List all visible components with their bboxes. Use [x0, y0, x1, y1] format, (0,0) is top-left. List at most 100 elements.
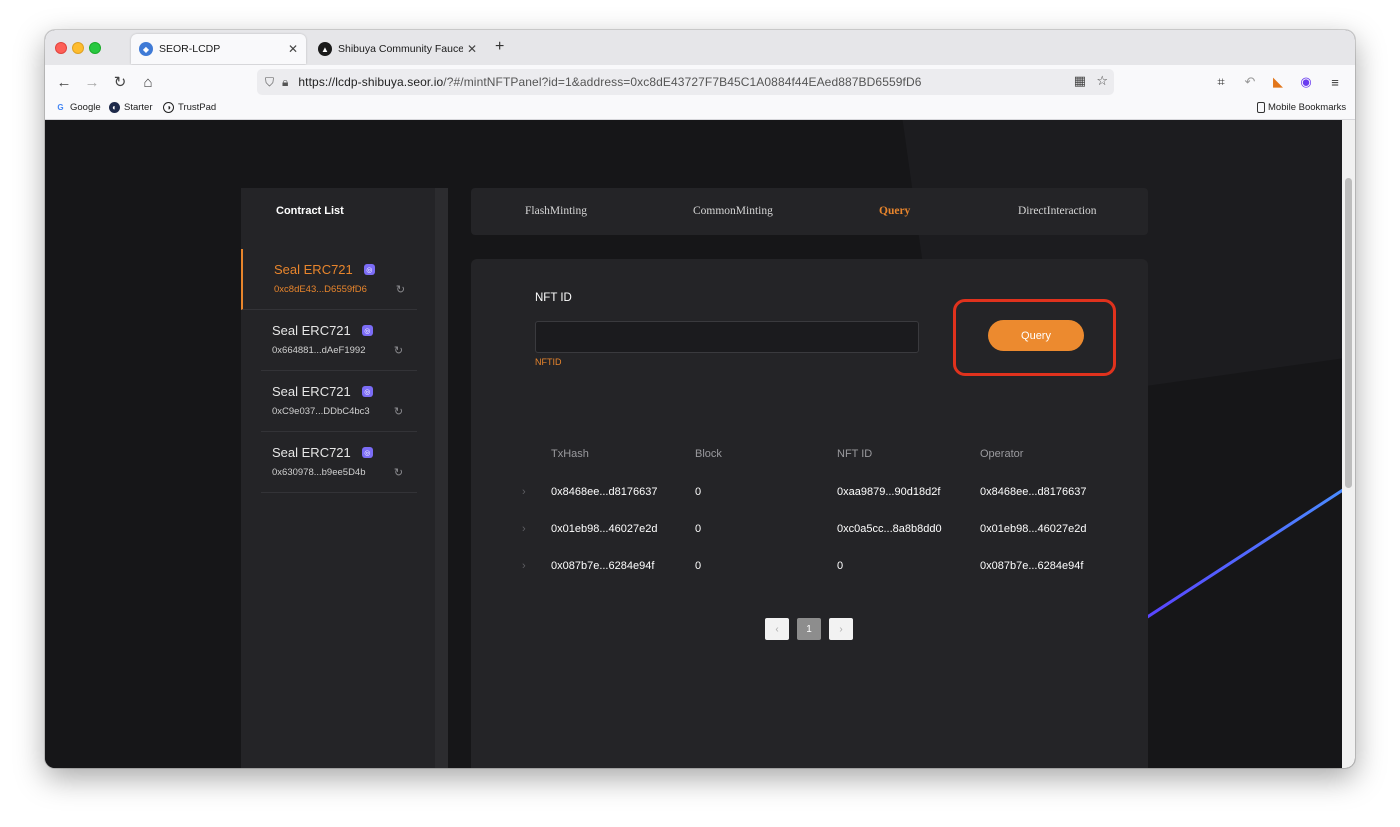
close-tab-icon[interactable]: ✕: [284, 42, 302, 56]
table-row[interactable]: › 0x8468ee...d8176637 0 0xaa9879...90d18…: [471, 486, 1148, 506]
contract-name: Seal ERC721: [272, 323, 351, 338]
cell-txhash: 0x087b7e...6284e94f: [551, 560, 655, 572]
refresh-icon[interactable]: ↻: [392, 405, 405, 418]
nft-id-label: NFT ID: [535, 292, 572, 304]
undo-icon[interactable]: ↶: [1239, 71, 1261, 93]
column-header-block: Block: [695, 448, 722, 460]
contract-item[interactable]: Seal ERC721 ◎ 0xc8dE43...D6559fD6 ↻: [241, 249, 417, 310]
bookmark-star-icon[interactable]: ☆: [1096, 73, 1108, 89]
contract-item[interactable]: Seal ERC721 ◎ 0xC9e037...DDbC4bc3 ↻: [261, 371, 417, 432]
background-gradient-line: [1124, 488, 1344, 633]
tab-flashminting[interactable]: FlashMinting: [525, 205, 587, 217]
cell-block: 0: [695, 486, 702, 498]
cell-operator: 0x087b7e...6284e94f: [980, 560, 1084, 572]
minimize-window-button[interactable]: [72, 42, 84, 54]
tab-title: Shibuya Community Faucet: [338, 43, 463, 55]
query-button[interactable]: Query: [988, 320, 1084, 351]
contract-name: Seal ERC721: [272, 384, 351, 399]
contract-name: Seal ERC721: [274, 262, 353, 277]
bookmark-google[interactable]: G Google: [55, 102, 101, 113]
cell-txhash: 0x01eb98...46027e2d: [551, 523, 658, 535]
contract-name: Seal ERC721: [272, 445, 351, 460]
google-icon: G: [57, 103, 64, 112]
close-window-button[interactable]: [55, 42, 67, 54]
seor-logo-icon: ◆: [139, 42, 153, 56]
table-row[interactable]: › 0x01eb98...46027e2d 0 0xc0a5cc...8a8b8…: [471, 523, 1148, 543]
mode-tabs: FlashMinting CommonMinting Query DirectI…: [471, 188, 1148, 235]
trustpad-icon: ◑: [163, 102, 174, 113]
lock-icon[interactable]: 🔒︎: [282, 75, 288, 90]
contract-item[interactable]: Seal ERC721 ◎ 0x664881...dAeF1992 ↻: [261, 310, 417, 371]
panel-divider: [435, 188, 448, 768]
nft-id-input[interactable]: [535, 321, 919, 353]
refresh-icon[interactable]: ↻: [394, 283, 407, 296]
contract-address: 0x664881...dAeF1992: [272, 345, 366, 356]
tab-query[interactable]: Query: [879, 205, 910, 217]
column-header-nft-id: NFT ID: [837, 448, 873, 460]
pagination-page-1[interactable]: 1: [797, 618, 821, 640]
tab-title: SEOR-LCDP: [159, 43, 221, 55]
refresh-icon[interactable]: ↻: [392, 466, 405, 479]
expand-chevron-icon[interactable]: ›: [522, 560, 526, 572]
url-text[interactable]: https://lcdp-shibuya.seor.io/?#/mintNFTP…: [298, 75, 921, 89]
browser-tab-seor[interactable]: ◆ SEOR-LCDP ✕: [131, 34, 306, 64]
contract-list-panel: Contract List Seal ERC721 ◎ 0xc8dE43...D6…: [241, 188, 448, 768]
qr-code-icon[interactable]: ▦: [1074, 73, 1086, 89]
astar-logo-icon: ▲: [318, 42, 332, 56]
maximize-window-button[interactable]: [89, 42, 101, 54]
home-icon[interactable]: ⌂: [137, 71, 159, 93]
pagination-prev-button[interactable]: ‹: [765, 618, 789, 640]
menu-hamburger-icon[interactable]: ≡: [1324, 71, 1346, 93]
address-bar[interactable]: ⛉ 🔒︎ https://lcdp-shibuya.seor.io/?#/min…: [257, 69, 1114, 95]
expand-chevron-icon[interactable]: ›: [522, 486, 526, 498]
contract-item[interactable]: Seal ERC721 ◎ 0x630978...b9ee5D4b ↻: [261, 432, 417, 493]
url-host: https://lcdp-shibuya.seor.io: [298, 75, 444, 89]
contract-address: 0xc8dE43...D6559fD6: [274, 284, 367, 295]
token-logo-icon: ◎: [361, 325, 373, 336]
refresh-icon[interactable]: ↻: [392, 344, 405, 357]
wallet-extension-icon[interactable]: ◉: [1295, 71, 1317, 93]
bookmark-starter[interactable]: ◐ Starter: [109, 102, 153, 113]
mobile-bookmarks[interactable]: Mobile Bookmarks: [1257, 102, 1346, 113]
bookmark-trustpad[interactable]: ◑ TrustPad: [163, 102, 216, 113]
cell-nft-id: 0xaa9879...90d18d2f: [837, 486, 941, 498]
crop-screenshot-icon[interactable]: ⌗: [1210, 71, 1232, 93]
page-content: Contract List Seal ERC721 ◎ 0xc8dE43...D6…: [45, 120, 1355, 768]
tab-commonminting[interactable]: CommonMinting: [693, 205, 773, 217]
cell-nft-id: 0xc0a5cc...8a8b8dd0: [837, 523, 942, 535]
column-header-operator: Operator: [980, 448, 1024, 460]
token-logo-icon: ◎: [361, 386, 373, 397]
url-path: /?#/mintNFTPanel?id=1&address=0xc8dE4372…: [443, 75, 922, 89]
bookmark-label: TrustPad: [178, 102, 217, 113]
starter-icon: ◐: [109, 102, 120, 113]
metamask-fox-icon[interactable]: ◣: [1267, 71, 1289, 93]
bookmark-label: Google: [70, 102, 101, 113]
reload-icon[interactable]: ↻: [109, 71, 131, 93]
bookmark-label: Starter: [124, 102, 153, 113]
cell-block: 0: [695, 523, 702, 535]
new-tab-icon[interactable]: +: [495, 38, 504, 56]
cell-txhash: 0x8468ee...d8176637: [551, 486, 658, 498]
expand-chevron-icon[interactable]: ›: [522, 523, 526, 535]
browser-tab-faucet[interactable]: ▲ Shibuya Community Faucet ✕: [310, 34, 485, 64]
query-panel: NFT ID NFTID Query TxHash Block NFT ID O…: [471, 259, 1148, 768]
close-tab-icon[interactable]: ✕: [463, 42, 481, 56]
pagination-next-button[interactable]: ›: [829, 618, 853, 640]
contract-address: 0xC9e037...DDbC4bc3: [272, 406, 370, 417]
tab-directinteraction[interactable]: DirectInteraction: [1018, 205, 1097, 217]
shield-icon[interactable]: ⛉: [265, 75, 274, 90]
token-logo-icon: ◎: [363, 264, 375, 275]
token-logo-icon: ◎: [361, 447, 373, 458]
back-arrow-icon[interactable]: ←: [53, 71, 75, 93]
page-scrollbar[interactable]: [1342, 120, 1355, 768]
bookmarks-bar: G Google ◐ Starter ◑ TrustPad Mobile Bookma…: [45, 99, 1355, 120]
cell-operator: 0x01eb98...46027e2d: [980, 523, 1087, 535]
forward-arrow-icon[interactable]: →: [81, 71, 103, 93]
scrollbar-thumb[interactable]: [1345, 178, 1352, 488]
nft-id-hint: NFTID: [535, 357, 562, 367]
navigation-bar: ← → ↻ ⌂ ⛉ 🔒︎ https://lcdp-shibuya.seor.i…: [45, 65, 1355, 99]
mobile-bookmarks-label: Mobile Bookmarks: [1268, 102, 1347, 113]
table-row[interactable]: › 0x087b7e...6284e94f 0 0 0x087b7e...628…: [471, 560, 1148, 580]
tab-strip: ◆ SEOR-LCDP ✕ ▲ Shibuya Community Faucet…: [45, 30, 1355, 65]
contract-address: 0x630978...b9ee5D4b: [272, 467, 366, 478]
